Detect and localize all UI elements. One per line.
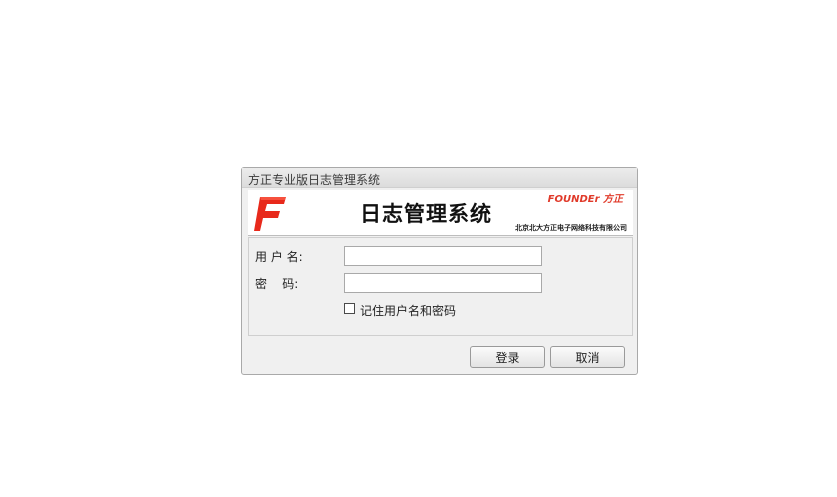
company-name: 北京北大方正电子网络科技有限公司 bbox=[515, 224, 627, 232]
banner: 日志管理系统 FOUNDEr 方正 北京北大方正电子网络科技有限公司 bbox=[248, 190, 633, 236]
password-input[interactable] bbox=[344, 273, 542, 293]
title-bar[interactable]: 方正专业版日志管理系统 bbox=[242, 168, 637, 188]
cancel-button[interactable]: 取消 bbox=[550, 346, 625, 368]
login-form: 用 户 名: 密 码: 记住用户名和密码 bbox=[248, 237, 633, 336]
remember-checkbox[interactable] bbox=[344, 303, 355, 314]
login-button[interactable]: 登录 bbox=[470, 346, 545, 368]
banner-title: 日志管理系统 bbox=[360, 202, 492, 226]
window-title: 方正专业版日志管理系统 bbox=[248, 173, 381, 187]
password-label: 密 码: bbox=[255, 277, 299, 291]
login-dialog: 方正专业版日志管理系统 日志管理系统 FOUNDEr 方正 北京北大方正电子网络… bbox=[241, 167, 638, 375]
username-input[interactable] bbox=[344, 246, 542, 266]
founder-logo-icon bbox=[254, 197, 286, 231]
remember-label[interactable]: 记住用户名和密码 bbox=[360, 302, 456, 319]
brand-logo: FOUNDEr 方正 bbox=[547, 194, 623, 205]
username-label: 用 户 名: bbox=[255, 250, 303, 264]
